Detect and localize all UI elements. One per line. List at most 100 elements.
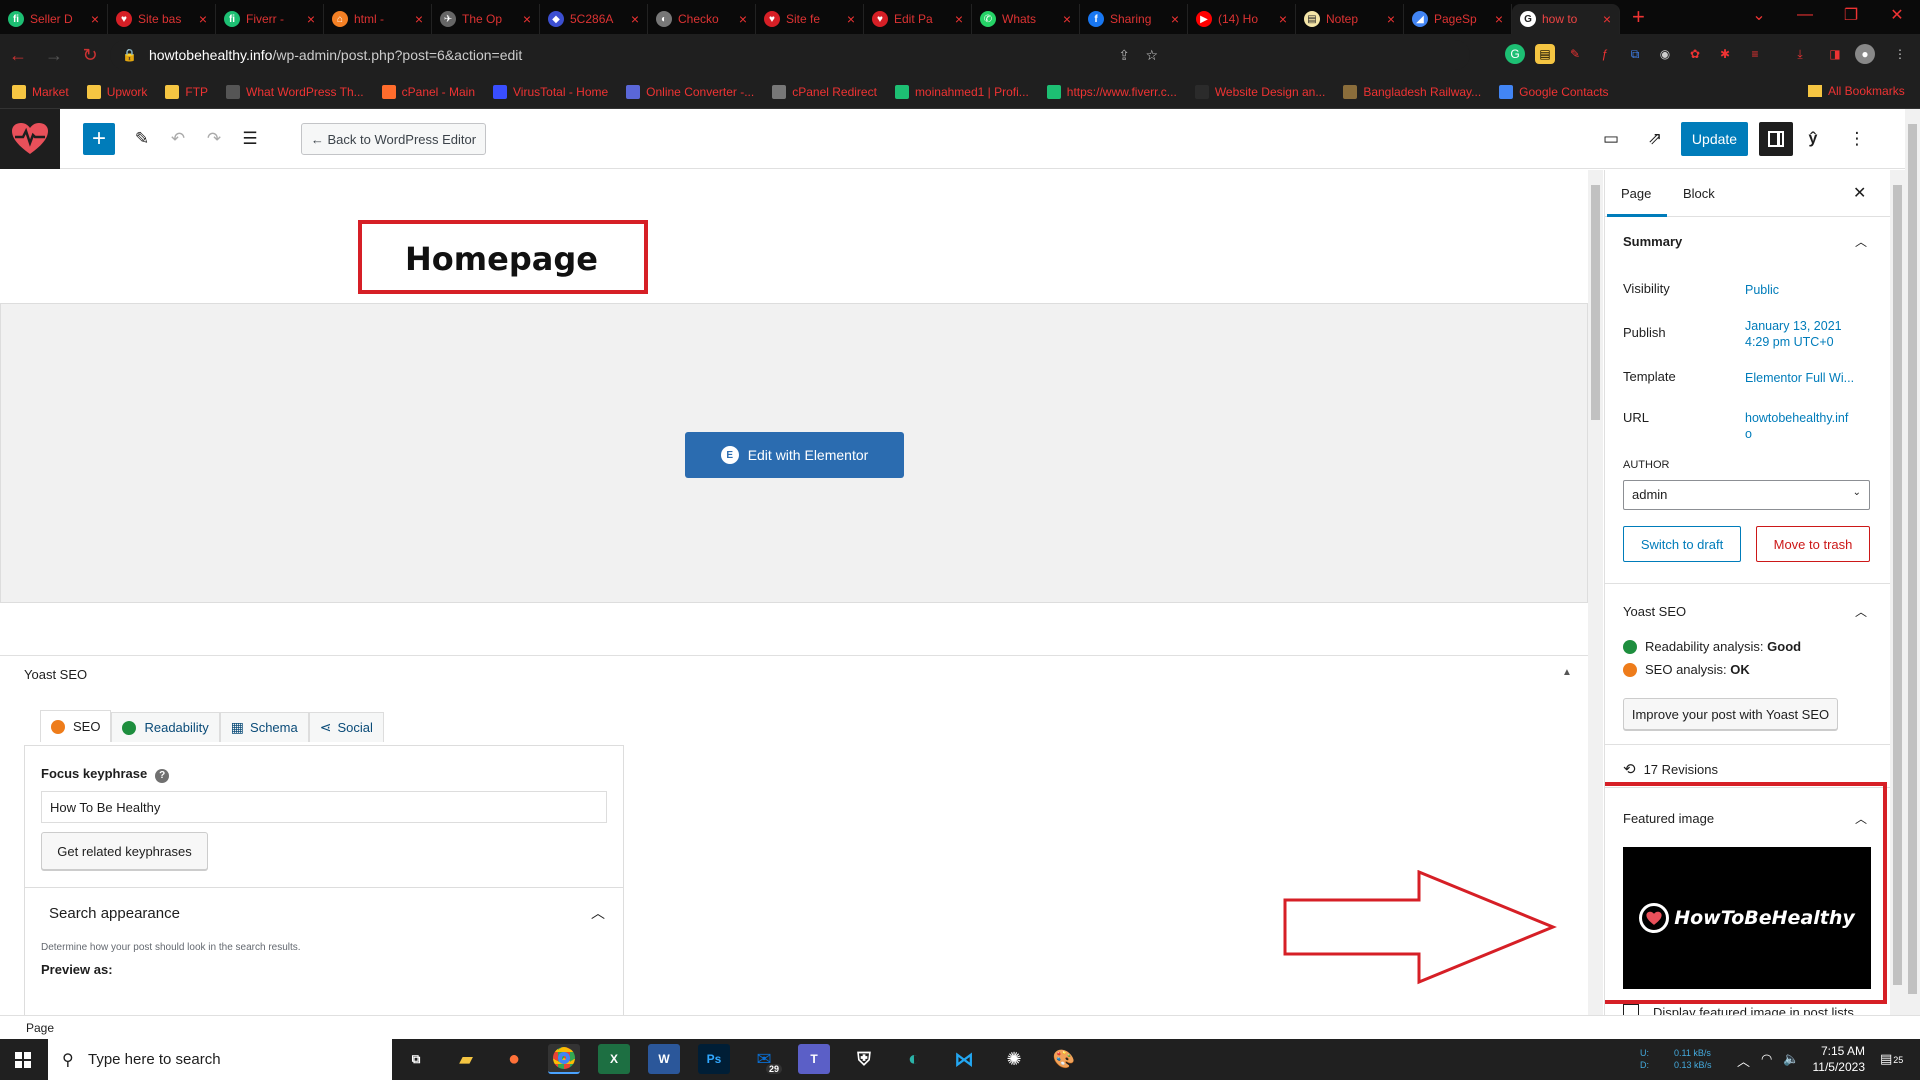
page-scrollbar[interactable] [1905, 109, 1920, 1015]
bookmark-item[interactable]: https://www.fiverr.c... [1046, 85, 1177, 99]
tab-close-icon[interactable]: × [1063, 11, 1071, 27]
file-explorer-icon[interactable]: ▰ [450, 1044, 482, 1074]
yoast-tab-readability[interactable]: Readability [111, 712, 220, 742]
tab-close-icon[interactable]: × [631, 11, 639, 27]
switch-to-draft-button[interactable]: Switch to draft [1623, 526, 1741, 562]
tab-close-icon[interactable]: × [1495, 11, 1503, 27]
url-value[interactable]: howtobehealthy.inf o [1745, 410, 1875, 442]
vscode-icon[interactable]: ⋈ [948, 1044, 980, 1074]
download-icon[interactable]: ⤓ [1790, 44, 1810, 64]
canvas-scrollbar[interactable] [1588, 170, 1603, 1015]
edit-with-elementor-button[interactable]: E Edit with Elementor [685, 432, 904, 478]
tab-close-icon[interactable]: × [91, 11, 99, 27]
bookmark-item[interactable]: Market [12, 85, 69, 99]
browser-tab[interactable]: ♥ Edit Pa × [864, 4, 972, 34]
all-bookmarks[interactable]: All Bookmarks [1808, 84, 1905, 98]
new-tab-icon[interactable]: + [1632, 4, 1645, 30]
summary-heading[interactable]: Summary [1623, 234, 1682, 249]
reload-icon[interactable]: ↻ [72, 45, 108, 66]
yoast-icon[interactable]: ŷ [1801, 127, 1825, 151]
chrome-icon[interactable] [548, 1044, 580, 1074]
bookmark-item[interactable]: moinahmed1 | Profi... [894, 85, 1029, 99]
word-icon[interactable]: W [648, 1044, 680, 1074]
playlist-extension-icon[interactable]: ≡ [1745, 44, 1765, 64]
bookmark-item[interactable]: Bangladesh Railway... [1343, 85, 1481, 99]
browser-tab[interactable]: f Sharing × [1080, 4, 1188, 34]
browser-tab[interactable]: ◐ Checko × [648, 4, 756, 34]
taskbar-search[interactable]: ⚲ Type here to search [48, 1039, 392, 1080]
tab-page[interactable]: Page [1621, 186, 1651, 201]
yoast-metabox-toggle-icon[interactable]: ▲ [1562, 667, 1572, 678]
pencil-tools-icon[interactable]: ✎ [130, 127, 154, 151]
close-window-icon[interactable]: ✕ [1874, 0, 1920, 30]
firefox-icon[interactable]: ● [498, 1044, 530, 1074]
tab-close-icon[interactable]: × [1279, 11, 1287, 27]
author-select[interactable]: admin ⌄ [1623, 480, 1870, 510]
bookmark-item[interactable]: FTP [165, 85, 208, 99]
yoast-tab-seo[interactable]: SEO [40, 710, 112, 742]
display-featured-image-option[interactable]: Display featured image in post lists [1623, 1004, 1854, 1015]
get-related-keyphrases-button[interactable]: Get related keyphrases [41, 832, 208, 870]
wifi-icon[interactable]: ◠ [1761, 1051, 1772, 1067]
sidepanel-icon[interactable]: ◨ [1825, 44, 1845, 64]
yoast-sidebar-heading[interactable]: Yoast SEO [1623, 604, 1686, 619]
url-bar[interactable]: 🔒 howtobehealthy.info/wp-admin/post.php?… [110, 40, 1470, 70]
browser-tab[interactable]: Ghow to × [1512, 4, 1620, 34]
notification-icon[interactable]: ▤25 [1880, 1051, 1903, 1067]
browser-tab[interactable]: ♥ Site bas × [108, 4, 216, 34]
bookmark-item[interactable]: Upwork [86, 85, 147, 99]
browser-tab[interactable]: fi Fiverr - × [216, 4, 324, 34]
font-extension-icon[interactable]: ƒ [1595, 44, 1615, 64]
tab-close-icon[interactable]: × [847, 11, 855, 27]
browser-tab[interactable]: ✆ Whats × [972, 4, 1080, 34]
chevron-up-icon[interactable]: ︿ [1737, 1051, 1750, 1070]
browser-tab[interactable]: ✈ The Op × [432, 4, 540, 34]
page-scrollbar-thumb[interactable] [1908, 124, 1917, 994]
browser-tab[interactable]: ▶ (14) Ho × [1188, 4, 1296, 34]
bookmark-item[interactable]: What WordPress Th... [226, 85, 364, 99]
yoast-tab-social[interactable]: ⋖ Social [308, 712, 384, 742]
sidebar-scrollbar[interactable] [1890, 170, 1905, 1015]
settings-toggle-button[interactable] [1759, 122, 1793, 156]
add-block-button[interactable]: + [83, 123, 115, 155]
bookmark-item[interactable]: Online Converter -... [626, 85, 754, 99]
bookmark-item[interactable]: cPanel Redirect [772, 85, 877, 99]
menu-kebab-icon[interactable]: ⋮ [1890, 44, 1910, 64]
openai-icon[interactable]: ✺ [998, 1044, 1030, 1074]
tab-search-icon[interactable]: ⌄ [1736, 0, 1782, 30]
share-icon[interactable]: ⇪ [1118, 47, 1130, 64]
extension-icon[interactable]: ▤ [1535, 44, 1555, 64]
tab-close-icon[interactable]: × [307, 11, 315, 27]
help-icon[interactable]: ? [155, 768, 170, 783]
excel-icon[interactable]: X [598, 1044, 630, 1074]
bookmark-item[interactable]: Google Contacts [1499, 85, 1609, 99]
browser-tab[interactable]: ◆ 5C286A × [540, 4, 648, 34]
translate-extension-icon[interactable]: ⧉ [1625, 44, 1645, 64]
visibility-value[interactable]: Public [1745, 282, 1875, 298]
site-logo[interactable] [0, 109, 60, 169]
chevron-up-icon[interactable]: ︿ [591, 903, 605, 923]
preview-device-icon[interactable]: ▭ [1599, 127, 1623, 151]
clock[interactable]: 7:15 AM 11/5/2023 [1805, 1043, 1866, 1075]
bookmark-item[interactable]: cPanel - Main [381, 85, 475, 99]
back-to-wordpress-editor-button[interactable]: ← Back to WordPress Editor [301, 123, 486, 155]
tab-close-icon[interactable]: × [955, 11, 963, 27]
browser-tab[interactable]: ♥ Site fe × [756, 4, 864, 34]
view-page-external-icon[interactable]: ⇗ [1643, 127, 1667, 151]
checkbox[interactable] [1623, 1004, 1639, 1015]
browser-tab[interactable]: fi Seller D × [0, 4, 108, 34]
tab-close-icon[interactable]: × [523, 11, 531, 27]
template-value[interactable]: Elementor Full Wi... [1745, 370, 1875, 386]
canvas-scrollbar-thumb[interactable] [1591, 185, 1600, 420]
grammarly-extension-icon[interactable]: G [1505, 44, 1525, 64]
update-button[interactable]: Update [1681, 122, 1748, 156]
tab-close-icon[interactable]: × [1171, 11, 1179, 27]
sidebar-scrollbar-thumb[interactable] [1893, 185, 1902, 985]
tab-block[interactable]: Block [1683, 186, 1715, 201]
yoast-tab-schema[interactable]: ▦ Schema [219, 712, 309, 742]
move-to-trash-button[interactable]: Move to trash [1756, 526, 1870, 562]
back-arrow-icon[interactable]: ← [0, 45, 36, 66]
browser-tab[interactable]: ◢ PageSp × [1404, 4, 1512, 34]
tab-close-icon[interactable]: × [199, 11, 207, 27]
close-icon[interactable]: ✕ [1853, 183, 1866, 203]
